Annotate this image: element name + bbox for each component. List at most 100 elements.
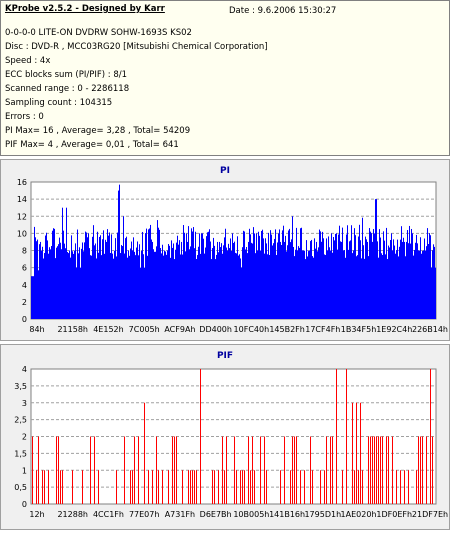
pif-chart: 0 0,5 1 1,5 2 2,5 3 3,5 4 12h 21288h 4CC1Fh 77E07h A7… xyxy=(14,365,448,519)
bar xyxy=(252,436,253,504)
bar xyxy=(250,470,251,504)
bar xyxy=(194,248,195,319)
bar xyxy=(326,238,327,319)
bar xyxy=(192,231,193,319)
bar xyxy=(185,251,186,319)
bar xyxy=(204,253,205,319)
bar xyxy=(395,253,396,319)
bar xyxy=(264,253,265,319)
bar xyxy=(40,241,41,319)
bar xyxy=(408,470,409,504)
bar xyxy=(172,436,173,504)
bar xyxy=(114,250,115,319)
x-tick-label: 1B34F5h xyxy=(341,325,377,334)
bar xyxy=(58,436,59,504)
bar xyxy=(158,227,159,319)
bar xyxy=(64,243,65,319)
bar xyxy=(265,238,266,319)
x-tick-label: 226B14h xyxy=(412,325,448,334)
bar xyxy=(388,245,389,319)
bar xyxy=(396,250,397,319)
bar xyxy=(412,233,413,319)
pi-summary: PI Max= 16 , Average= 3,28 , Total= 5420… xyxy=(5,126,191,136)
bar xyxy=(43,258,44,319)
bar xyxy=(386,436,387,504)
bar xyxy=(169,245,170,319)
bar xyxy=(172,247,173,319)
sampling-info: Sampling count : 104315 xyxy=(5,98,113,108)
bar xyxy=(87,237,88,319)
bar xyxy=(130,470,131,504)
bar xyxy=(429,233,430,319)
bar xyxy=(249,228,250,319)
bar xyxy=(162,244,163,319)
bar xyxy=(199,233,200,319)
bar xyxy=(362,470,363,504)
bar xyxy=(154,251,155,319)
bar xyxy=(94,245,95,319)
bar xyxy=(50,249,51,319)
bar xyxy=(212,248,213,319)
bar xyxy=(136,247,137,319)
speed-info: Speed : 4x xyxy=(5,56,51,66)
bar xyxy=(142,231,143,319)
bar xyxy=(389,247,390,319)
bar xyxy=(72,470,73,504)
bar xyxy=(176,436,177,504)
bar xyxy=(103,230,104,319)
bar xyxy=(319,229,320,319)
bar xyxy=(287,245,288,319)
x-tick-label: 7C005h xyxy=(129,325,160,334)
bar xyxy=(266,243,267,319)
bar xyxy=(168,244,169,319)
bar xyxy=(355,235,356,319)
bar xyxy=(95,243,96,319)
bar xyxy=(339,225,340,319)
bar xyxy=(217,241,218,319)
bar xyxy=(125,238,126,319)
pif-summary: PIF Max= 4 , Average= 0,01 , Total= 641 xyxy=(5,140,179,150)
bar xyxy=(417,243,418,319)
bar xyxy=(337,249,338,319)
x-tick-label: 145B2Fh xyxy=(269,325,305,334)
bar xyxy=(38,436,39,504)
bar xyxy=(123,216,124,319)
bar xyxy=(280,241,281,319)
bar xyxy=(352,402,353,504)
bar xyxy=(374,233,375,319)
bar xyxy=(304,470,305,504)
bar xyxy=(405,256,406,319)
bar xyxy=(272,245,273,319)
bar xyxy=(218,252,219,319)
bar xyxy=(138,255,139,319)
bar xyxy=(415,242,416,319)
pi-chart-title: PI xyxy=(220,166,230,176)
bar xyxy=(350,240,351,319)
bar xyxy=(69,250,70,319)
bar xyxy=(210,241,211,319)
y-tick-label: 16 xyxy=(17,178,27,187)
bar xyxy=(221,243,222,319)
pif-chart-title: PIF xyxy=(216,351,234,361)
bar xyxy=(240,258,241,319)
bar xyxy=(430,369,431,504)
bar xyxy=(419,250,420,319)
bar xyxy=(231,250,232,319)
bar xyxy=(338,234,339,319)
bar xyxy=(100,235,101,319)
bar xyxy=(98,252,99,319)
bar xyxy=(130,248,131,319)
bar xyxy=(127,257,128,319)
bar xyxy=(422,436,423,504)
bar xyxy=(243,230,244,319)
bar xyxy=(124,436,125,504)
bar xyxy=(426,246,427,319)
bar xyxy=(76,267,77,319)
bar xyxy=(182,254,183,319)
bar xyxy=(304,250,305,319)
bar xyxy=(48,253,49,319)
bar xyxy=(363,245,364,319)
bar xyxy=(196,470,197,504)
errors-info: Errors : 0 xyxy=(5,112,44,122)
bar xyxy=(271,234,272,319)
